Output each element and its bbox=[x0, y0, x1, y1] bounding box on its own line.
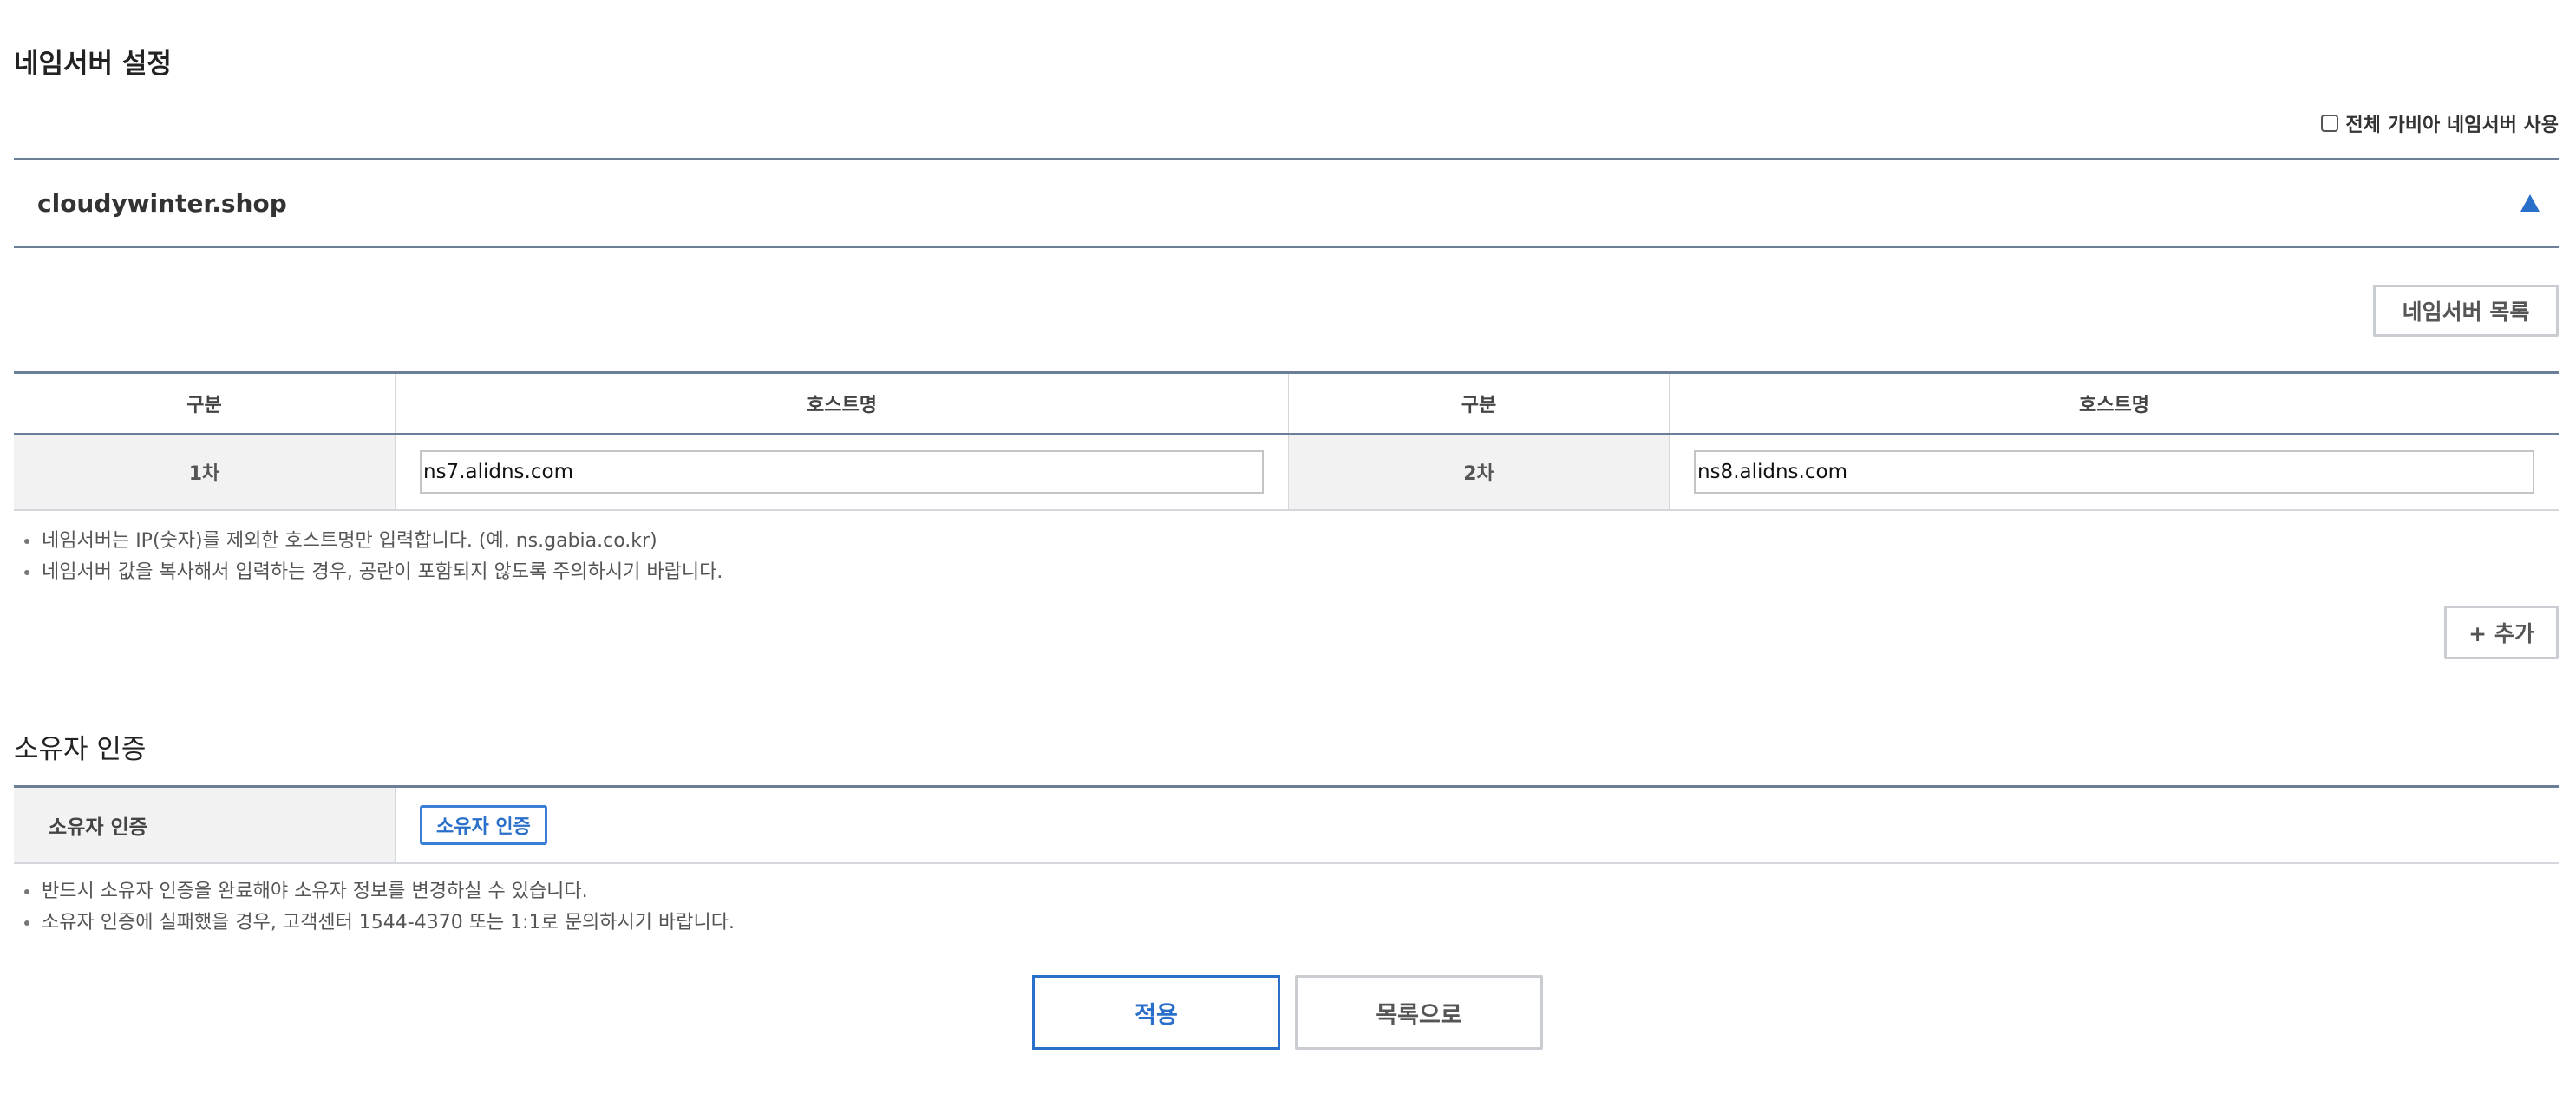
domain-header[interactable]: cloudywinter.shop bbox=[14, 158, 2559, 248]
list-item: 소유자 인증에 실패했을 경우, 고객센터 1544-4370 또는 1:1로 … bbox=[24, 907, 735, 939]
owner-row-label: 소유자 인증 bbox=[14, 788, 395, 862]
domain-name: cloudywinter.shop bbox=[37, 188, 287, 218]
secondary-ns-cell: ns8.alidns.com bbox=[1669, 435, 2559, 509]
back-to-list-button[interactable]: 목록으로 bbox=[1295, 975, 1543, 1050]
nameserver-list-button[interactable]: 네임서버 목록 bbox=[2373, 285, 2559, 337]
secondary-ns-input[interactable]: ns8.alidns.com bbox=[1694, 450, 2534, 494]
list-item: 네임서버 값을 복사해서 입력하는 경우, 공란이 포함되지 않도록 주의하시기… bbox=[24, 557, 722, 588]
all-gabia-ns-checkbox[interactable] bbox=[2321, 115, 2339, 132]
page-title: 네임서버 설정 bbox=[14, 49, 172, 80]
apply-button[interactable]: 적용 bbox=[1032, 975, 1280, 1050]
all-gabia-ns-label: 전체 가비아 네임서버 사용 bbox=[2345, 115, 2559, 136]
bullet-icon bbox=[24, 570, 29, 575]
primary-ns-label: 1차 bbox=[14, 435, 395, 509]
bullet-icon bbox=[24, 889, 29, 894]
owner-verification-table: 소유자 인증 소유자 인증 bbox=[14, 785, 2559, 864]
nameserver-settings-page: 네임서버 설정 전체 가비아 네임서버 사용 cloudywinter.shop… bbox=[0, 0, 2576, 1107]
header-hostname-1: 호스트명 bbox=[395, 374, 1288, 433]
list-item: 반드시 소유자 인증을 완료해야 소유자 정보를 변경하실 수 있습니다. bbox=[24, 876, 735, 907]
header-type-1: 구분 bbox=[186, 395, 222, 416]
table-row: 1차 ns7.alidns.com 2차 ns8.alidns.com bbox=[14, 435, 2559, 509]
header-type-2: 구분 bbox=[1288, 374, 1669, 433]
nameserver-table: 구분 호스트명 구분 호스트명 1차 ns7.alidns.com 2차 ns8… bbox=[14, 371, 2559, 511]
owner-notes: 반드시 소유자 인증을 완료해야 소유자 정보를 변경하실 수 있습니다. 소유… bbox=[24, 876, 735, 939]
primary-ns-input[interactable]: ns7.alidns.com bbox=[420, 450, 1264, 494]
nameserver-notes: 네임서버는 IP(숫자)를 제외한 호스트명만 입력합니다. (예. ns.ga… bbox=[24, 526, 722, 588]
secondary-ns-label: 2차 bbox=[1288, 435, 1669, 509]
list-item: 네임서버는 IP(숫자)를 제외한 호스트명만 입력합니다. (예. ns.ga… bbox=[24, 526, 722, 557]
table-header-row: 구분 호스트명 구분 호스트명 bbox=[14, 374, 2559, 435]
primary-ns-cell: ns7.alidns.com bbox=[395, 435, 1288, 509]
header-hostname-2: 호스트명 bbox=[1669, 374, 2559, 433]
add-nameserver-button[interactable]: + 추가 bbox=[2444, 606, 2559, 659]
owner-section-title: 소유자 인증 bbox=[14, 734, 147, 765]
owner-verify-button[interactable]: 소유자 인증 bbox=[420, 805, 547, 845]
triangle-up-icon[interactable] bbox=[2520, 194, 2540, 212]
all-gabia-ns-option[interactable]: 전체 가비아 네임서버 사용 bbox=[2321, 109, 2559, 137]
owner-row-body: 소유자 인증 bbox=[395, 788, 2559, 862]
bullet-icon bbox=[24, 920, 29, 926]
bullet-icon bbox=[24, 539, 29, 544]
